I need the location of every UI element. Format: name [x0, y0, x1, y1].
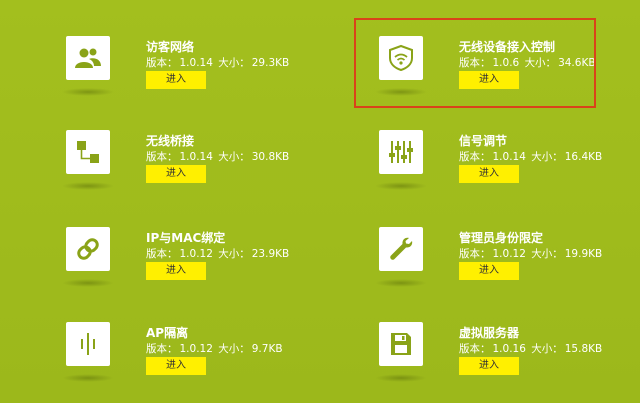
enter-button[interactable]: 进入 [459, 165, 519, 183]
link-chain-icon[interactable] [66, 227, 110, 271]
app-ap-isolation: AP隔离 版本： 1.0.12 大小： 9.7KB 进入 [62, 322, 326, 402]
app-admin-restrict: 管理员身份限定 版本： 1.0.12 大小： 19.9KB 进入 [375, 227, 639, 307]
app-meta: 版本： 1.0.12 大小： 23.9KB [146, 246, 291, 261]
version-value: 1.0.12 [492, 248, 526, 260]
enter-button[interactable]: 进入 [146, 357, 206, 375]
ap-isolation-icon[interactable] [66, 322, 110, 366]
guest-network-icon[interactable] [66, 36, 110, 80]
tile-shadow [62, 374, 114, 382]
app-meta: 版本： 1.0.14 大小： 16.4KB [459, 149, 604, 164]
size-label: 大小： [531, 248, 563, 260]
enter-button[interactable]: 进入 [146, 71, 206, 89]
app-meta: 版本： 1.0.12 大小： 19.9KB [459, 246, 604, 261]
enter-button[interactable]: 进入 [459, 262, 519, 280]
bridge-icon[interactable] [66, 130, 110, 174]
version-value: 1.0.14 [179, 151, 213, 163]
size-label: 大小： [531, 151, 563, 163]
version-label: 版本： [146, 57, 178, 69]
size-value: 29.3KB [251, 57, 290, 69]
version-value: 1.0.12 [179, 343, 213, 355]
tile-shadow [62, 88, 114, 96]
signal-slider-icon[interactable] [379, 130, 423, 174]
enter-button[interactable]: 进入 [459, 357, 519, 375]
app-grid-page: 访客网络 版本： 1.0.14 大小： 29.3KB 进入 无线设备接入控制 版本：… [0, 0, 640, 403]
version-label: 版本： [146, 151, 178, 163]
app-signal-adjust: 信号调节 版本： 1.0.14 大小： 16.4KB 进入 [375, 130, 639, 210]
enter-button[interactable]: 进入 [146, 262, 206, 280]
app-meta: 版本： 1.0.14 大小： 30.8KB [146, 149, 291, 164]
version-label: 版本： [146, 248, 178, 260]
virtual-server-icon[interactable] [379, 322, 423, 366]
app-name: AP隔离 [146, 326, 189, 340]
tile-shadow [375, 182, 427, 190]
app-virtual-server: 虚拟服务器 版本： 1.0.16 大小： 15.8KB 进入 [375, 322, 639, 402]
version-value: 1.0.12 [179, 248, 213, 260]
app-meta: 版本： 1.0.16 大小： 15.8KB [459, 341, 604, 356]
size-value: 16.4KB [564, 151, 603, 163]
size-label: 大小： [218, 248, 250, 260]
size-label: 大小： [218, 151, 250, 163]
app-name: 访客网络 [146, 40, 195, 54]
version-label: 版本： [459, 248, 491, 260]
size-value: 15.8KB [564, 343, 603, 355]
size-label: 大小： [531, 343, 563, 355]
version-label: 版本： [459, 343, 491, 355]
size-label: 大小： [218, 57, 250, 69]
version-label: 版本： [459, 151, 491, 163]
app-ip-mac-binding: IP与MAC绑定 版本： 1.0.12 大小： 23.9KB 进入 [62, 227, 326, 307]
wrench-icon[interactable] [379, 227, 423, 271]
enter-button[interactable]: 进入 [146, 165, 206, 183]
size-value: 9.7KB [251, 343, 283, 355]
size-value: 30.8KB [251, 151, 290, 163]
version-value: 1.0.14 [179, 57, 213, 69]
app-name: 虚拟服务器 [459, 326, 520, 340]
tile-shadow [62, 182, 114, 190]
version-label: 版本： [146, 343, 178, 355]
selection-highlight [354, 18, 596, 108]
size-value: 19.9KB [564, 248, 603, 260]
tile-shadow [62, 279, 114, 287]
app-guest-network: 访客网络 版本： 1.0.14 大小： 29.3KB 进入 [62, 36, 326, 116]
tile-shadow [375, 374, 427, 382]
app-name: 无线桥接 [146, 134, 195, 148]
size-value: 23.9KB [251, 248, 290, 260]
version-value: 1.0.16 [492, 343, 526, 355]
app-name: IP与MAC绑定 [146, 231, 226, 245]
app-name: 信号调节 [459, 134, 508, 148]
app-meta: 版本： 1.0.14 大小： 29.3KB [146, 55, 291, 70]
version-value: 1.0.14 [492, 151, 526, 163]
tile-shadow [375, 279, 427, 287]
app-name: 管理员身份限定 [459, 231, 544, 245]
app-meta: 版本： 1.0.12 大小： 9.7KB [146, 341, 285, 356]
size-label: 大小： [218, 343, 250, 355]
app-wireless-bridge: 无线桥接 版本： 1.0.14 大小： 30.8KB 进入 [62, 130, 326, 210]
